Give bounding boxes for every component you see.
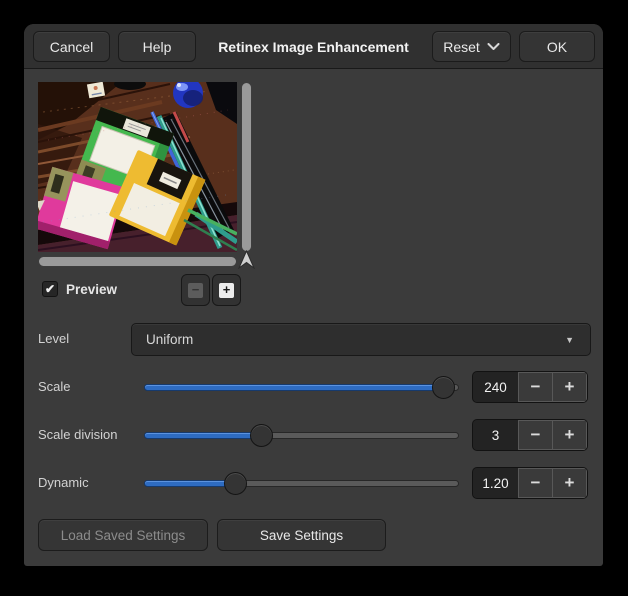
scale-spinbutton: 240 − + <box>472 371 588 403</box>
floppy-disks-photo <box>38 82 237 252</box>
scale-slider[interactable] <box>145 376 458 399</box>
dialog-title: Retinex Image Enhancement <box>24 24 603 69</box>
scale-increment-button[interactable]: + <box>552 372 587 402</box>
scale-value-entry[interactable]: 240 <box>473 372 518 402</box>
zoom-out-button[interactable]: − <box>181 274 210 306</box>
dynamic-decrement-button[interactable]: − <box>518 468 553 498</box>
load-settings-button[interactable]: Load Saved Settings <box>38 519 208 551</box>
vertical-scrollbar-thumb[interactable] <box>241 82 252 252</box>
chevron-down-icon <box>487 43 500 51</box>
scale-division-label: Scale division <box>38 427 118 443</box>
reset-button[interactable]: Reset <box>432 31 511 62</box>
dialog-titlebar: Retinex Image Enhancement Cancel Help Re… <box>24 24 603 69</box>
screen: { "window": { "title": "Retinex Image En… <box>0 0 628 596</box>
scale-division-increment-button[interactable]: + <box>552 420 587 450</box>
scale-division-decrement-button[interactable]: − <box>518 420 553 450</box>
slider-track[interactable] <box>145 481 458 486</box>
dynamic-value-entry[interactable]: 1.20 <box>473 468 518 498</box>
nav-triangle-icon <box>237 250 256 269</box>
dynamic-spinbutton: 1.20 − + <box>472 467 588 499</box>
scale-division-value-entry[interactable]: 3 <box>473 420 518 450</box>
scale-division-slider[interactable] <box>145 424 458 447</box>
dialog-window: Retinex Image Enhancement Cancel Help Re… <box>24 24 603 566</box>
zoom-in-icon: + <box>219 283 234 298</box>
slider-fill <box>145 481 236 486</box>
scale-decrement-button[interactable]: − <box>518 372 553 402</box>
dynamic-label: Dynamic <box>38 475 89 491</box>
scale-label: Scale <box>38 379 71 395</box>
cancel-button[interactable]: Cancel <box>33 31 110 62</box>
slider-track[interactable] <box>145 433 458 438</box>
slider-fill <box>145 385 444 390</box>
dynamic-slider[interactable] <box>145 472 458 495</box>
horizontal-scrollbar-thumb[interactable] <box>38 256 237 267</box>
slider-handle[interactable] <box>250 424 273 447</box>
check-icon: ✔ <box>45 282 55 296</box>
slider-track[interactable] <box>145 385 458 390</box>
small-card <box>87 82 105 98</box>
preview-checkbox[interactable]: ✔ <box>42 281 58 297</box>
preview-checkbox-label[interactable]: Preview <box>66 282 117 297</box>
preview-toggle[interactable]: ✔ Preview <box>42 280 117 298</box>
level-selected-value: Uniform <box>146 332 193 347</box>
ok-button[interactable]: OK <box>519 31 595 62</box>
preview-horizontal-scrollbar[interactable] <box>38 256 237 268</box>
help-button[interactable]: Help <box>118 31 196 62</box>
dynamic-increment-button[interactable]: + <box>552 468 587 498</box>
scale-division-spinbutton: 3 − + <box>472 419 588 451</box>
preview-nav-corner-button[interactable] <box>237 250 256 269</box>
level-dropdown[interactable]: Uniform ▼ <box>131 323 591 356</box>
slider-handle[interactable] <box>224 472 247 495</box>
level-label: Level <box>38 331 69 347</box>
dropdown-arrow-icon: ▼ <box>565 335 574 345</box>
slider-fill <box>145 433 262 438</box>
reset-button-label: Reset <box>443 39 480 55</box>
zoom-in-button[interactable]: + <box>212 274 241 306</box>
slider-handle[interactable] <box>432 376 455 399</box>
preview-vertical-scrollbar[interactable] <box>240 82 253 252</box>
preview-image[interactable] <box>38 82 237 252</box>
save-settings-button[interactable]: Save Settings <box>217 519 386 551</box>
zoom-out-icon: − <box>188 283 203 298</box>
